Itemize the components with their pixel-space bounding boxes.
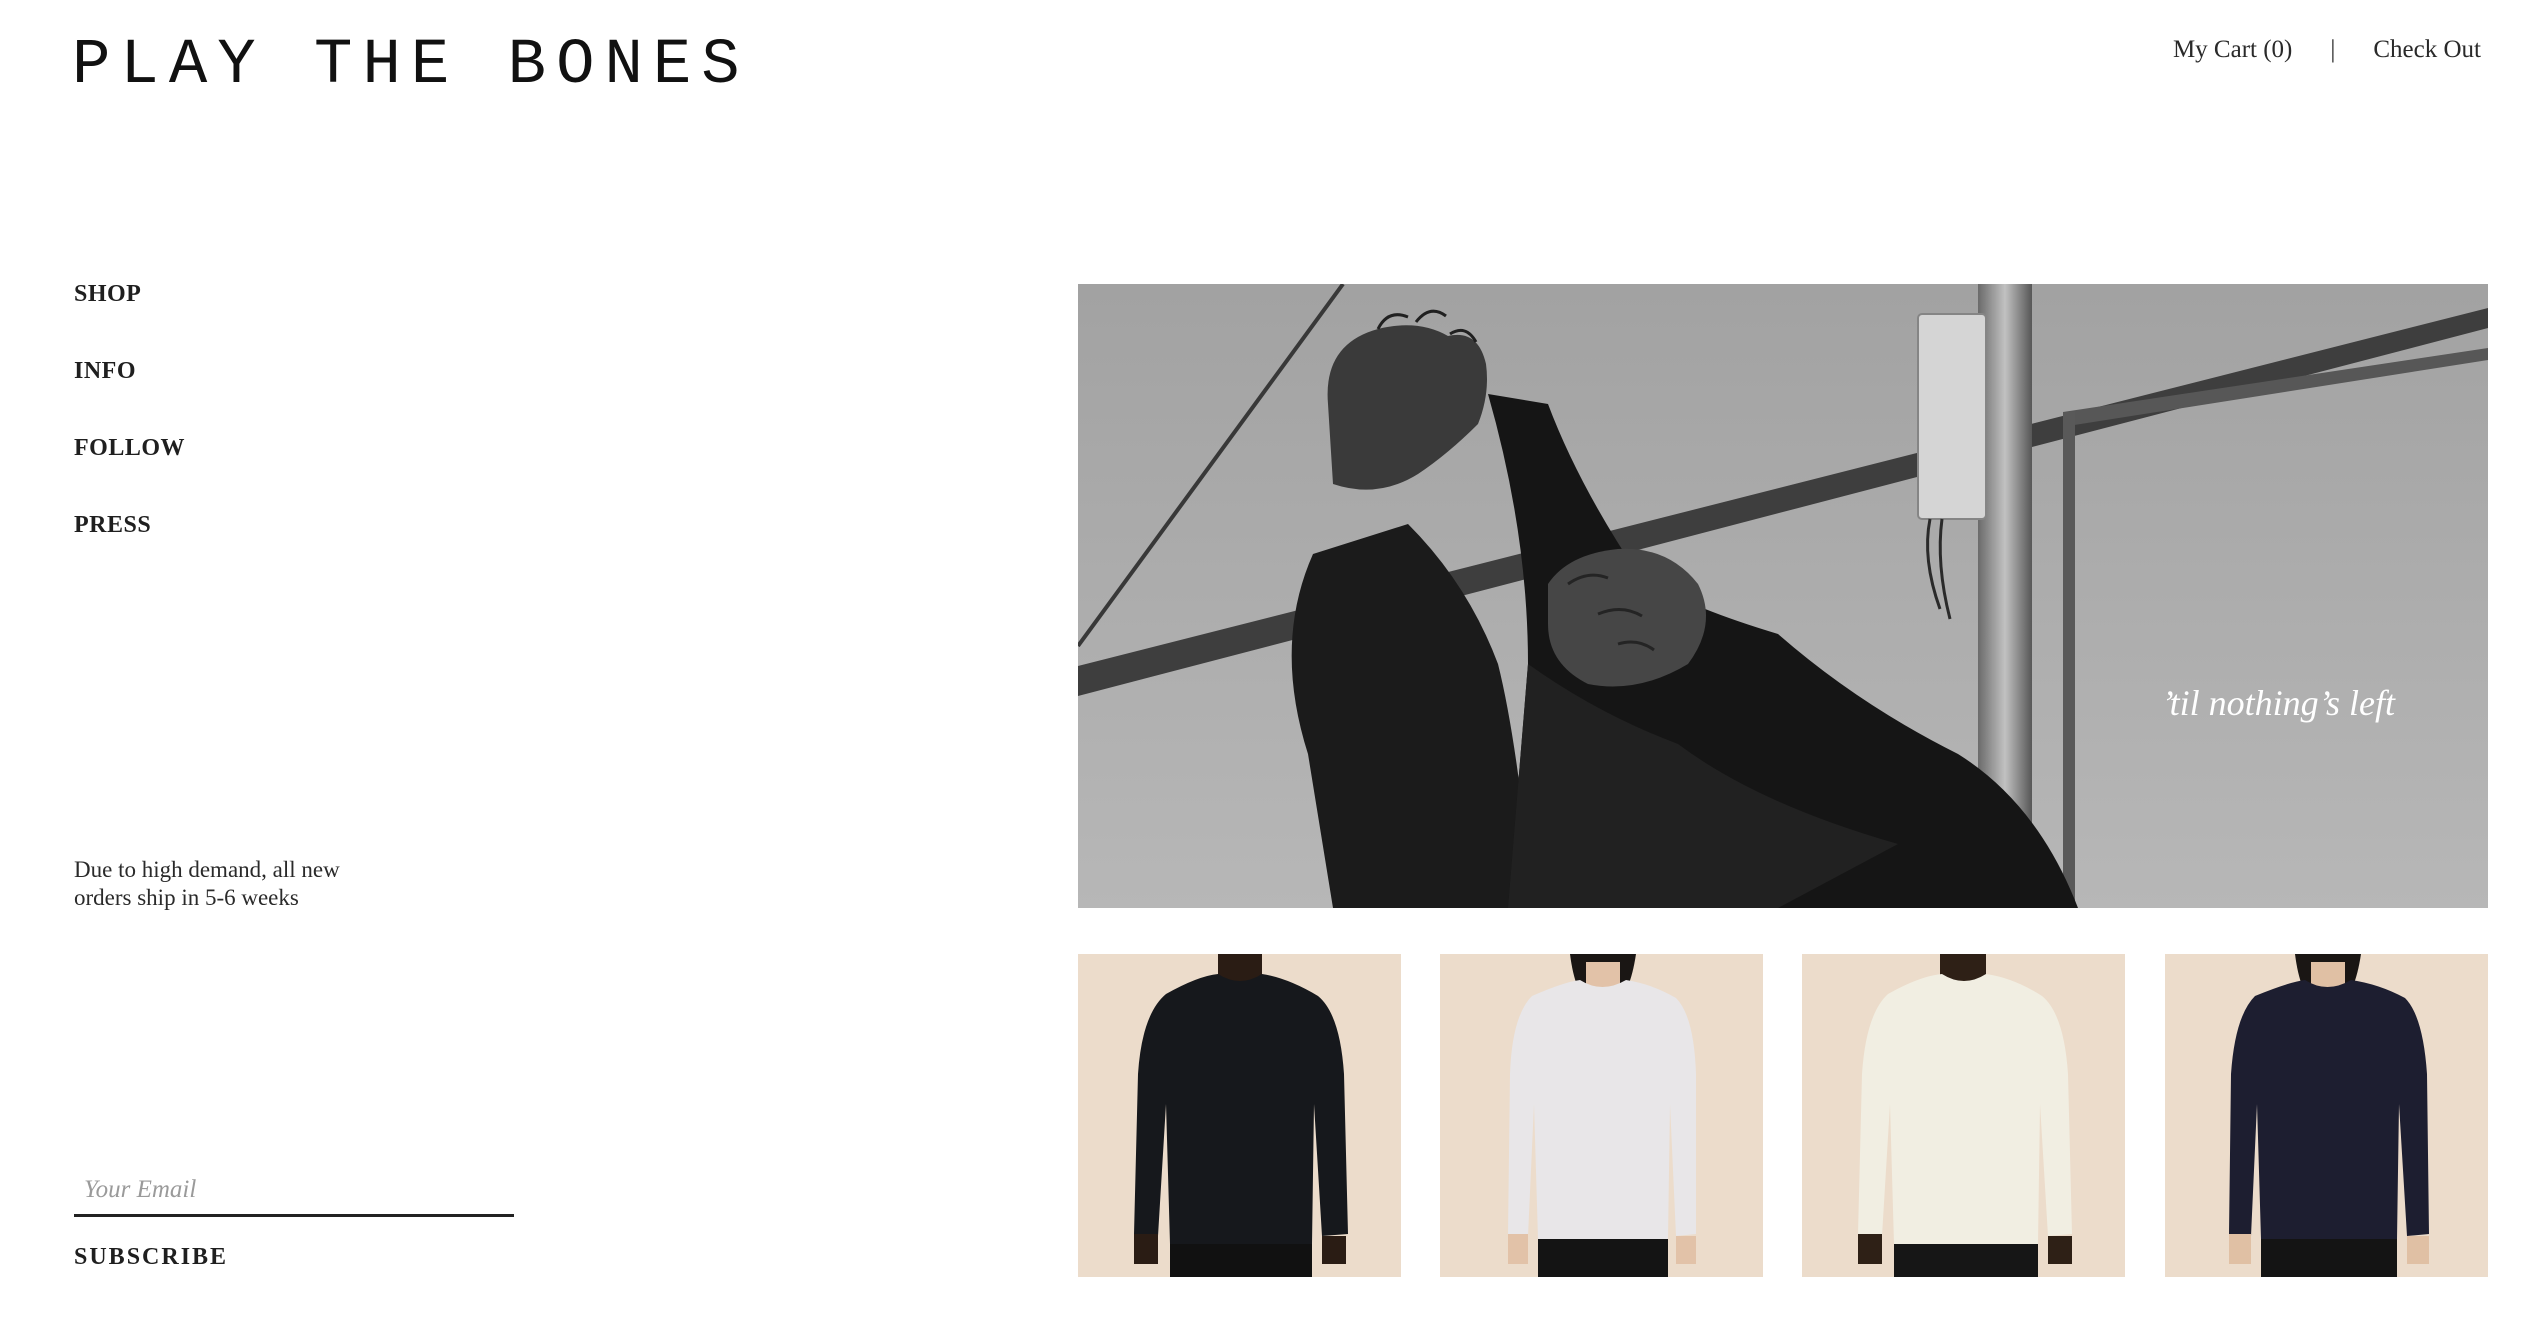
product-card-navy-crewneck[interactable] [2165, 954, 2488, 1277]
nav-item-follow[interactable]: FOLLOW [74, 432, 185, 464]
product-card-cream-crewneck[interactable] [1802, 954, 2125, 1277]
email-input[interactable] [74, 1168, 514, 1214]
cart-link[interactable]: My Cart (0) [2173, 32, 2292, 68]
product-image [1802, 954, 2125, 1277]
main-nav: SHOP INFO FOLLOW PRESS [74, 278, 185, 586]
hero-caption: ’til nothing’s left [2161, 683, 2395, 723]
header-separator: | [2330, 36, 2336, 63]
product-image [1078, 954, 1401, 1277]
shipping-notice: Due to high demand, all new orders ship … [74, 857, 340, 910]
header-links: My Cart (0) | Check Out [2173, 32, 2481, 68]
nav-item-shop[interactable]: SHOP [74, 278, 185, 310]
brand-logo[interactable]: PLAY THE BONES [72, 30, 750, 102]
product-grid [1078, 954, 2488, 1277]
product-card-black-crewneck[interactable] [1078, 954, 1401, 1277]
product-card-white-crewneck[interactable] [1440, 954, 1763, 1277]
product-image [2165, 954, 2488, 1277]
subscribe-button[interactable]: SUBSCRIBE [74, 1244, 228, 1271]
hero-banner[interactable]: ’til nothing’s left [1078, 284, 2488, 908]
product-image [1440, 954, 1763, 1277]
nav-item-press[interactable]: PRESS [74, 509, 185, 541]
checkout-link[interactable]: Check Out [2373, 32, 2481, 68]
hero-image [1078, 284, 2488, 908]
nav-item-info[interactable]: INFO [74, 355, 185, 387]
email-field-wrapper [74, 1168, 514, 1217]
